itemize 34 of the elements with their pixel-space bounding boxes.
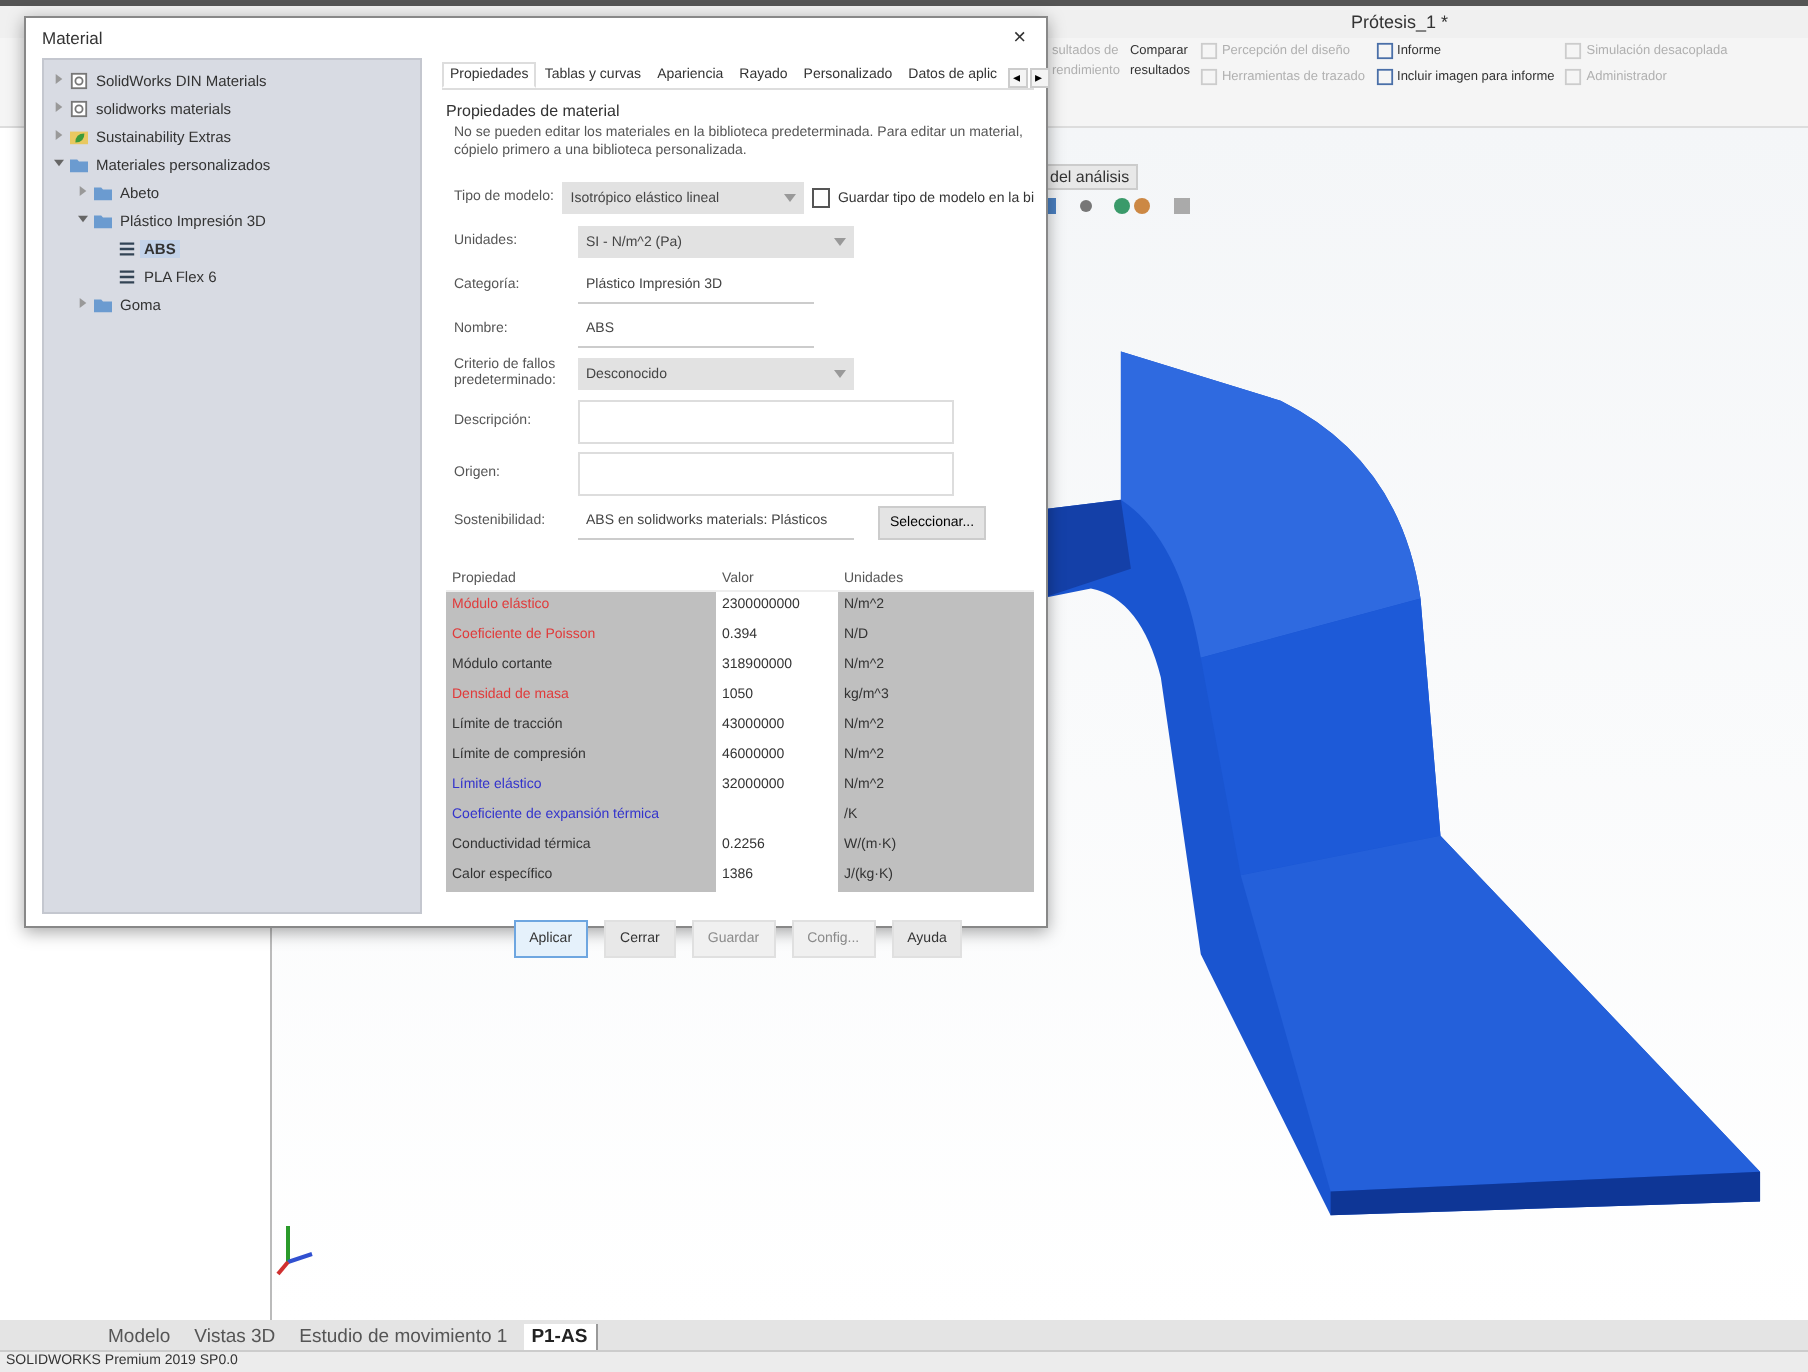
material-icon [118,267,136,285]
dropdown-arrow-icon [834,238,846,246]
expand-arrow-icon[interactable] [54,101,64,111]
square-icon [1564,68,1583,86]
leaf-folder-icon [70,127,88,145]
dialog-title: Material [42,28,103,48]
input-field[interactable] [578,452,954,496]
checkbox[interactable] [812,188,830,208]
square-icon [1199,42,1218,60]
square-icon [1375,42,1394,60]
library-icon [70,71,88,89]
material-icon [118,239,136,257]
collapse-arrow-icon[interactable] [78,213,88,223]
group-title: Propiedades de material [446,102,622,120]
command-tab[interactable]: del análisis [1042,164,1138,190]
square-icon [1199,68,1218,86]
expand-arrow-icon[interactable] [54,73,64,83]
close-button[interactable]: × [1009,26,1030,50]
view-tab[interactable]: P1-AS [523,1324,598,1350]
input-field[interactable] [578,400,954,444]
collapse-arrow-icon[interactable] [54,157,64,167]
window-title: Prótesis_1 * [1350,12,1448,32]
dropdown-arrow-icon [834,370,846,378]
library-icon [70,99,88,117]
square-icon [1375,68,1394,86]
view-tab[interactable]: Estudio de movimiento 1 [291,1324,516,1350]
view-tab[interactable]: Modelo [100,1324,179,1350]
folder-icon [94,295,112,313]
square-icon [1564,42,1583,60]
expand-arrow-icon[interactable] [78,297,88,307]
expand-arrow-icon[interactable] [54,129,64,139]
view-tab[interactable]: Vistas 3D [186,1324,284,1350]
expand-arrow-icon[interactable] [78,185,88,195]
dropdown-arrow-icon [784,194,796,202]
